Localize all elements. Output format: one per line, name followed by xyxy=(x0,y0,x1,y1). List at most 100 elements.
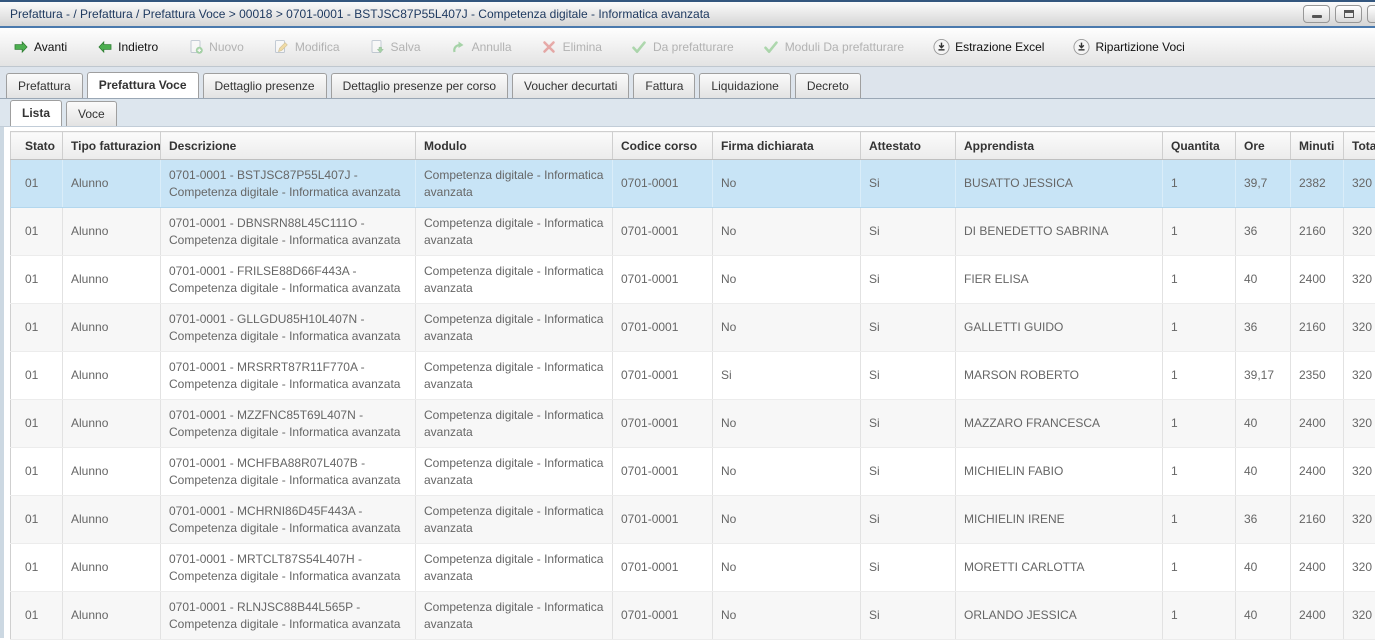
subtab-lista[interactable]: Lista xyxy=(10,100,62,126)
cell-minuti: 2160 xyxy=(1291,304,1344,352)
cell-stato: 01 xyxy=(11,352,63,400)
cell-apprendista: MICHIELIN IRENE xyxy=(956,496,1163,544)
cell-attestato: Si xyxy=(861,208,956,256)
cell-descrizione: 0701-0001 - DBNSRN88L45C111O - Competenz… xyxy=(161,208,416,256)
check-icon xyxy=(631,39,648,56)
table-row[interactable]: 01Alunno0701-0001 - DBNSRN88L45C111O - C… xyxy=(11,208,1375,256)
toolbar-button-avanti[interactable]: Avanti xyxy=(12,39,67,56)
cell-quantita: 1 xyxy=(1163,304,1236,352)
close-button[interactable] xyxy=(1367,5,1375,23)
tab-liquidazione[interactable]: Liquidazione xyxy=(699,73,790,98)
tab-prefattura[interactable]: Prefattura xyxy=(6,73,83,98)
cell-attestato: Si xyxy=(861,496,956,544)
cell-descrizione: 0701-0001 - MCHFBA88R07L407B - Competenz… xyxy=(161,448,416,496)
cell-minuti: 2160 xyxy=(1291,496,1344,544)
cell-ore: 40 xyxy=(1236,400,1291,448)
table-row[interactable]: 01Alunno0701-0001 - MCHFBA88R07L407B - C… xyxy=(11,448,1375,496)
cell-tipo-fatturazione: Alunno xyxy=(63,448,161,496)
cell-modulo: Competenza digitale - Informatica avanza… xyxy=(416,496,613,544)
table-row[interactable]: 01Alunno0701-0001 - MRSRRT87R11F770A - C… xyxy=(11,352,1375,400)
table-row[interactable]: 01Alunno0701-0001 - GLLGDU85H10L407N - C… xyxy=(11,304,1375,352)
cell-codice-corso: 0701-0001 xyxy=(613,352,713,400)
tab-decreto[interactable]: Decreto xyxy=(795,73,861,98)
table-row[interactable]: 01Alunno0701-0001 - FRILSE88D66F443A - C… xyxy=(11,256,1375,304)
table-row[interactable]: 01Alunno0701-0001 - MCHRNI86D45F443A - C… xyxy=(11,496,1375,544)
tab-prefattura-voce[interactable]: Prefattura Voce xyxy=(87,72,199,98)
cell-quantita: 1 xyxy=(1163,208,1236,256)
subtab-voce[interactable]: Voce xyxy=(66,101,117,126)
cell-tipo-fatturazione: Alunno xyxy=(63,352,161,400)
minimize-button[interactable] xyxy=(1303,5,1330,23)
cell-quantita: 1 xyxy=(1163,352,1236,400)
undo-arrow-icon xyxy=(450,39,467,56)
cell-minuti: 2382 xyxy=(1291,160,1344,208)
table-row[interactable]: 01Alunno0701-0001 - MRTCLT87S54L407H - C… xyxy=(11,544,1375,592)
cell-descrizione: 0701-0001 - MRSRRT87R11F770A - Competenz… xyxy=(161,352,416,400)
cell-apprendista: FIER ELISA xyxy=(956,256,1163,304)
cell-codice-corso: 0701-0001 xyxy=(613,256,713,304)
cell-modulo: Competenza digitale - Informatica avanza… xyxy=(416,304,613,352)
check-icon xyxy=(763,39,780,56)
toolbar-button-annulla: Annulla xyxy=(450,39,512,56)
column-header-quantita[interactable]: Quantita xyxy=(1163,132,1236,160)
cell-apprendista: BUSATTO JESSICA xyxy=(956,160,1163,208)
toolbar-button-indietro[interactable]: Indietro xyxy=(96,39,158,56)
cell-minuti: 2400 xyxy=(1291,448,1344,496)
toolbar-button-label: Salva xyxy=(391,40,421,54)
toolbar-button-label: Moduli Da prefatturare xyxy=(785,40,904,54)
tab-voucher-decurtati[interactable]: Voucher decurtati xyxy=(512,73,629,98)
column-header-attestato[interactable]: Attestato xyxy=(861,132,956,160)
cell-minuti: 2160 xyxy=(1291,208,1344,256)
cell-firma-dichiarata: No xyxy=(713,400,861,448)
cell-ore: 40 xyxy=(1236,448,1291,496)
cell-totale: 320 xyxy=(1344,544,1375,592)
column-header-codice-corso[interactable]: Codice corso xyxy=(613,132,713,160)
cell-quantita: 1 xyxy=(1163,544,1236,592)
toolbar-button-estrazione-excel[interactable]: Estrazione Excel xyxy=(933,39,1044,56)
cell-attestato: Si xyxy=(861,592,956,640)
tab-dettaglio-presenze[interactable]: Dettaglio presenze xyxy=(203,73,327,98)
download-circle-icon xyxy=(1073,39,1090,56)
table-row[interactable]: 01Alunno0701-0001 - MZZFNC85T69L407N - C… xyxy=(11,400,1375,448)
cell-modulo: Competenza digitale - Informatica avanza… xyxy=(416,208,613,256)
column-header-apprendista[interactable]: Apprendista xyxy=(956,132,1163,160)
download-circle-icon xyxy=(933,39,950,56)
tab-fattura[interactable]: Fattura xyxy=(633,73,695,98)
cell-quantita: 1 xyxy=(1163,160,1236,208)
cell-minuti: 2400 xyxy=(1291,544,1344,592)
cell-attestato: Si xyxy=(861,256,956,304)
sub-tab-bar: ListaVoce xyxy=(0,99,1375,127)
column-header-stato[interactable]: Stato xyxy=(11,132,63,160)
tab-dettaglio-presenze-per-corso[interactable]: Dettaglio presenze per corso xyxy=(331,73,508,98)
toolbar-button-ripartizione-voci[interactable]: Ripartizione Voci xyxy=(1073,39,1184,56)
cell-firma-dichiarata: No xyxy=(713,160,861,208)
table-header-row: StatoTipo fatturazioneDescrizioneModuloC… xyxy=(11,132,1375,160)
cell-ore: 36 xyxy=(1236,208,1291,256)
column-header-firma-dichiarata[interactable]: Firma dichiarata xyxy=(713,132,861,160)
table-row[interactable]: 01Alunno0701-0001 - RLNJSC88B44L565P - C… xyxy=(11,592,1375,640)
column-header-descrizione[interactable]: Descrizione xyxy=(161,132,416,160)
cell-descrizione: 0701-0001 - RLNJSC88B44L565P - Competenz… xyxy=(161,592,416,640)
cell-quantita: 1 xyxy=(1163,448,1236,496)
save-document-icon xyxy=(369,39,386,56)
column-header-modulo[interactable]: Modulo xyxy=(416,132,613,160)
maximize-button[interactable] xyxy=(1335,5,1362,23)
column-header-minuti[interactable]: Minuti xyxy=(1291,132,1344,160)
toolbar-button-label: Nuovo xyxy=(209,40,244,54)
table-row[interactable]: 01Alunno0701-0001 - BSTJSC87P55L407J - C… xyxy=(11,160,1375,208)
column-header-tipo-fatturazione[interactable]: Tipo fatturazione xyxy=(63,132,161,160)
cell-descrizione: 0701-0001 - MZZFNC85T69L407N - Competenz… xyxy=(161,400,416,448)
cell-codice-corso: 0701-0001 xyxy=(613,496,713,544)
cell-apprendista: MAZZARO FRANCESCA xyxy=(956,400,1163,448)
column-header-totale[interactable]: Totale xyxy=(1344,132,1375,160)
cell-attestato: Si xyxy=(861,544,956,592)
cell-ore: 39,17 xyxy=(1236,352,1291,400)
toolbar-button-label: Indietro xyxy=(118,40,158,54)
cell-stato: 01 xyxy=(11,400,63,448)
cell-apprendista: ORLANDO JESSICA xyxy=(956,592,1163,640)
cell-ore: 40 xyxy=(1236,544,1291,592)
cell-attestato: Si xyxy=(861,448,956,496)
column-header-ore[interactable]: Ore xyxy=(1236,132,1291,160)
cell-descrizione: 0701-0001 - GLLGDU85H10L407N - Competenz… xyxy=(161,304,416,352)
cell-tipo-fatturazione: Alunno xyxy=(63,592,161,640)
